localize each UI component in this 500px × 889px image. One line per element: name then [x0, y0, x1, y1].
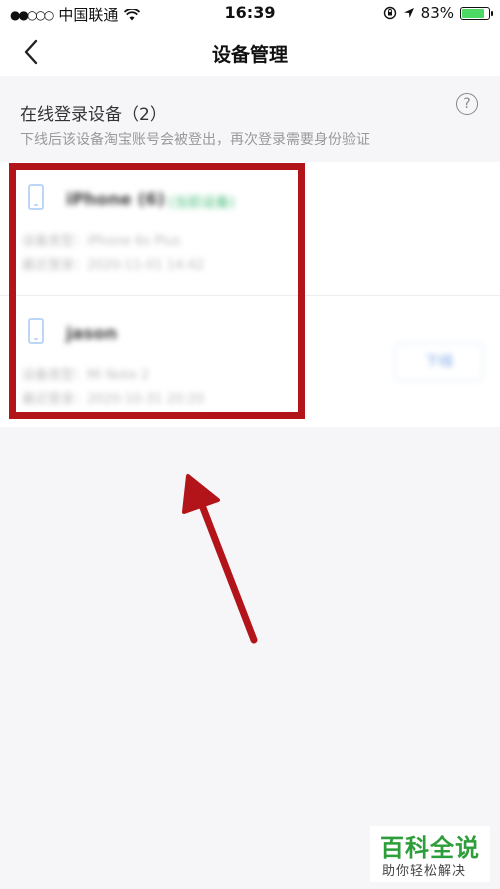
watermark-logo: 百科全说 助你轻松解决: [370, 826, 490, 882]
nav-bar: 设备管理: [0, 28, 500, 76]
annotation-highlight-box: [9, 163, 305, 419]
orientation-lock-icon: [383, 6, 396, 20]
watermark-subtitle: 助你轻松解决: [382, 864, 467, 879]
section-subtitle: 下线后该设备淘宝账号会被登出，再次登录需要身份验证: [20, 132, 370, 148]
section-title: 在线登录设备（2）: [20, 105, 167, 125]
watermark-title: 百科全说: [380, 834, 480, 862]
battery-percent: 83%: [420, 4, 454, 22]
page-title: 设备管理: [211, 44, 288, 66]
help-icon[interactable]: ?: [456, 93, 478, 115]
logout-device-button[interactable]: 下线: [395, 343, 483, 381]
status-bar: ●●○○○ 中国联通 16:39 83%: [0, 0, 500, 28]
status-right: 83%: [383, 4, 493, 22]
location-icon: [403, 8, 414, 18]
battery-icon: [460, 6, 493, 20]
